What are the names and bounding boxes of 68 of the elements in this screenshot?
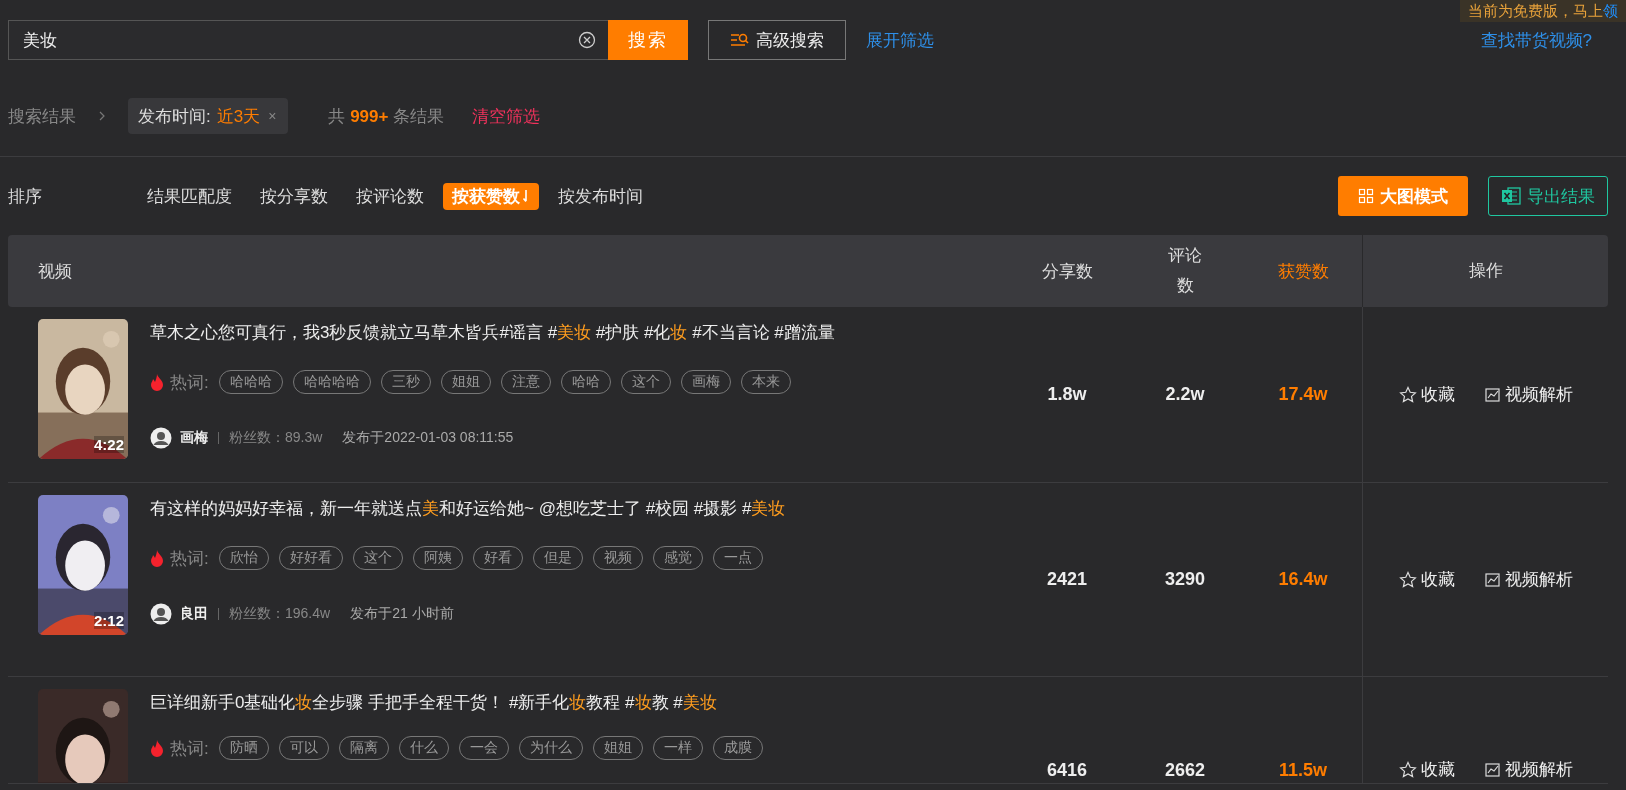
table-cell-text: 1.8w [1046, 384, 1088, 405]
sort-tab[interactable]: 按分享数 [251, 182, 337, 210]
hot-words-label: 热词: [170, 371, 209, 394]
video-title[interactable]: 巨详细新手0基础化妆全步骤 手把手全程干货！ #新手化妆教程 #妆教 #美妆 [150, 691, 763, 714]
publish-time: 发布于2022-01-03 08:11:55 [342, 429, 514, 447]
column-header: 获赞数 [1276, 260, 1330, 283]
video-analysis-button[interactable]: 视频解析 [1484, 758, 1573, 781]
table-cell-text: 2421 [1045, 569, 1088, 590]
promo-banner: 当前为免费版，马上领 [1460, 0, 1626, 22]
clear-icon[interactable] [578, 31, 596, 49]
avatar [150, 603, 172, 625]
chart-icon [1484, 571, 1501, 588]
chevron-icon [98, 110, 106, 122]
favorite-button[interactable]: 收藏 [1398, 758, 1455, 781]
table-cell-text: 2.2w [1164, 384, 1206, 405]
fans-count: 粉丝数：196.4w [229, 605, 331, 623]
column-header: 视频 [37, 260, 73, 283]
video-title[interactable]: 有这样的妈妈好幸福，新一年就送点美和好运给她~ @想吃芝士了 #校园 #摄影 #美妆 [150, 497, 786, 520]
hot-words-label: 热词: [170, 547, 209, 570]
duration-label: 4:22 [93, 436, 124, 453]
find-goods-video-link[interactable]: 查找带货视频? [1480, 28, 1592, 52]
author-name[interactable]: 画梅 [180, 429, 208, 447]
sort-down-icon [522, 189, 530, 203]
table-cell-text: 3290 [1163, 569, 1206, 590]
spreadsheet-icon [1501, 186, 1521, 206]
grid-icon [1358, 188, 1374, 204]
favorite-button[interactable]: 收藏 [1398, 383, 1455, 406]
column-header: 分享数 [1040, 260, 1094, 283]
clear-filter-link[interactable]: 清空筛选 [472, 104, 541, 128]
flame-icon [150, 373, 164, 391]
result-count: 共 999+ 条结果 [328, 105, 445, 128]
table-cell-text: 17.4w [1277, 384, 1329, 405]
table-cell-text: 16.4w [1277, 569, 1329, 590]
table-cell-text: 6416 [1045, 760, 1088, 782]
table-cell-text: 11.5w [1277, 760, 1328, 782]
search-field[interactable]: 美妆 [8, 20, 608, 60]
export-button[interactable]: 导出结果 [1488, 176, 1608, 216]
favorite-button[interactable]: 收藏 [1398, 568, 1455, 591]
publish-time: 发布于21 小时前 [350, 605, 454, 623]
video-analysis-button[interactable]: 视频解析 [1484, 383, 1573, 406]
advanced-search-button[interactable]: 高级搜索 [708, 20, 846, 60]
chip-label: 发布时间: [138, 105, 211, 128]
video-title[interactable]: 草木之心您可真行，我3秒反馈就立马草木皆兵#谣言 #美妆 #护肤 #化妆 #不当言论 #蹭流量 [150, 321, 835, 344]
author-name[interactable]: 良田 [180, 605, 208, 623]
breadcrumb: 搜索结果 [8, 105, 76, 128]
sort-label: 排序 [8, 185, 43, 208]
sort-tab[interactable]: 结果匹配度 [138, 182, 241, 210]
close-button[interactable]: × [266, 108, 279, 124]
column-header: 评论数 [1167, 245, 1203, 297]
flame-icon [150, 739, 164, 757]
sort-tab[interactable]: 按评论数 [347, 182, 433, 210]
table-cell-text: 2662 [1163, 760, 1206, 782]
sort-tab[interactable]: 按发布时间 [549, 182, 652, 210]
filter-search-icon [730, 32, 750, 48]
flame-icon [150, 549, 164, 567]
column-header: 操作 [1362, 235, 1608, 307]
duration-label: 2:12 [93, 612, 124, 629]
chart-icon [1484, 761, 1501, 778]
chip-value: 近3天 [216, 105, 261, 128]
hot-words-label: 热词: [170, 737, 209, 760]
chart-icon [1484, 386, 1501, 403]
star-icon [1398, 570, 1417, 589]
star-icon [1398, 760, 1417, 779]
avatar [150, 427, 172, 449]
fans-count: 粉丝数：89.3w [229, 429, 323, 447]
star-icon [1398, 385, 1417, 404]
expand-filter-link[interactable]: 展开筛选 [866, 28, 934, 52]
video-analysis-button[interactable]: 视频解析 [1484, 568, 1573, 591]
